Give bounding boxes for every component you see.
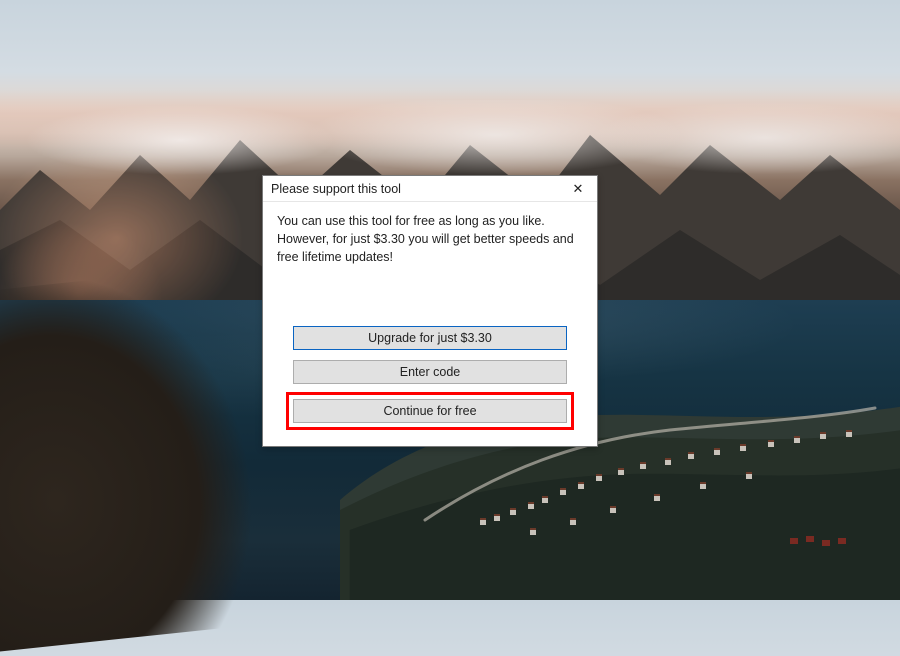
close-button[interactable]: ✕ xyxy=(565,179,591,199)
close-icon: ✕ xyxy=(573,181,584,197)
sky-pink-band xyxy=(0,90,900,150)
dialog-message: You can use this tool for free as long a… xyxy=(277,212,583,266)
support-dialog: Please support this tool ✕ You can use t… xyxy=(262,175,598,447)
dialog-titlebar[interactable]: Please support this tool ✕ xyxy=(263,176,597,202)
enter-code-button[interactable]: Enter code xyxy=(293,360,567,384)
continue-free-button[interactable]: Continue for free xyxy=(293,399,567,423)
alpenglow-left xyxy=(0,150,260,370)
dialog-title: Please support this tool xyxy=(271,182,401,196)
continue-free-highlight: Continue for free xyxy=(286,392,574,430)
dialog-button-stack: Upgrade for just $3.30 Enter code Contin… xyxy=(277,326,583,432)
dialog-body: You can use this tool for free as long a… xyxy=(263,202,597,446)
upgrade-button[interactable]: Upgrade for just $3.30 xyxy=(293,326,567,350)
foreground-cliff xyxy=(0,264,278,655)
